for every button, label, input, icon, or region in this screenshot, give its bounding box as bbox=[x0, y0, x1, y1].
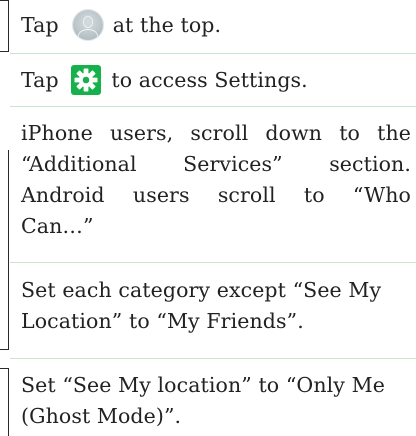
step-3-line-4: Can…” bbox=[21, 211, 411, 242]
step-4: Set each category except “See My Locatio… bbox=[21, 275, 411, 337]
step-3-line-1: iPhone users, scroll down to the bbox=[21, 118, 411, 149]
step-divider bbox=[10, 53, 416, 54]
card-edge bbox=[8, 150, 9, 350]
word: Android bbox=[21, 183, 105, 207]
settings-gear-icon bbox=[70, 64, 101, 95]
step-4-line-1: Set each category except “See My bbox=[21, 278, 382, 302]
instructions-panel: Tap at the top. Tap to access Settings. bbox=[0, 0, 416, 436]
card-edge bbox=[8, 369, 9, 436]
step-1: Tap at the top. bbox=[21, 9, 411, 42]
word: section. bbox=[329, 152, 411, 176]
profile-avatar-icon bbox=[72, 9, 103, 40]
word: Services” bbox=[183, 152, 283, 176]
step-2: Tap to access Settings. bbox=[21, 64, 411, 97]
step-3-line-3: Android users scroll to “Who bbox=[21, 180, 411, 211]
word: users bbox=[132, 183, 190, 207]
step-1-before: Tap bbox=[21, 13, 59, 37]
step-1-after: at the top. bbox=[112, 13, 222, 37]
word: users, bbox=[109, 121, 174, 145]
card-edge bbox=[0, 349, 9, 350]
word: to bbox=[303, 183, 325, 207]
step-4-line-2: Location” to “My Friends”. bbox=[21, 309, 304, 333]
word: Can…” bbox=[21, 214, 94, 238]
card-edge bbox=[0, 51, 9, 52]
word: down bbox=[265, 121, 323, 145]
step-divider bbox=[10, 106, 416, 107]
step-5-line-2: (Ghost Mode)”. bbox=[21, 404, 182, 428]
card-edge bbox=[8, 0, 9, 52]
word: “Who bbox=[352, 183, 411, 207]
word: to bbox=[339, 121, 360, 145]
word: scroll bbox=[190, 121, 249, 145]
step-2-after: to access Settings. bbox=[111, 68, 308, 92]
step-5: Set “See My location” to “Only Me (Ghost… bbox=[21, 370, 411, 432]
step-2-before: Tap bbox=[21, 68, 59, 92]
word: the bbox=[377, 121, 411, 145]
step-3-line-2: “Additional Services” section. bbox=[21, 149, 411, 180]
step-5-line-1: Set “See My location” to “Only Me bbox=[21, 373, 385, 397]
step-divider bbox=[10, 358, 416, 359]
word: “Additional bbox=[21, 152, 137, 176]
word: iPhone bbox=[21, 121, 93, 145]
word: scroll bbox=[217, 183, 276, 207]
step-divider bbox=[10, 262, 416, 263]
step-3: iPhone users, scroll down to the “Additi… bbox=[21, 118, 411, 242]
